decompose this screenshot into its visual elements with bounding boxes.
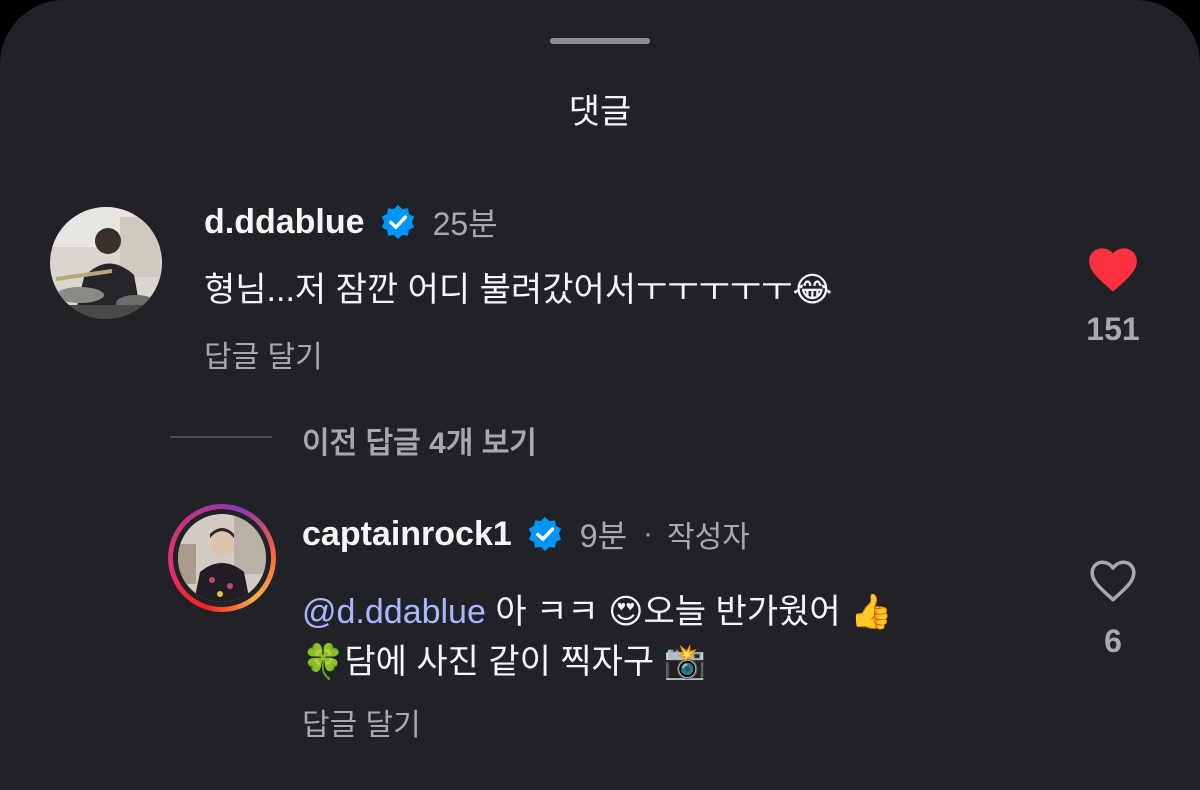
reply-time: 9분 bbox=[579, 518, 628, 554]
verified-badge-icon bbox=[379, 203, 417, 241]
laughing-tears-emoji-icon: 😂 bbox=[792, 270, 833, 310]
meta-separator: · bbox=[643, 517, 654, 550]
reply-button[interactable]: 답글 달기 bbox=[204, 332, 323, 376]
comment-time: 25분 bbox=[432, 206, 498, 242]
reply-text-segment: 담에 사진 같이 찍자구 bbox=[344, 643, 664, 681]
reply-text-line-1: @d.ddablue 아 ㅋㅋ 😍오늘 반가웠어 👍 bbox=[302, 584, 892, 633]
comments-sheet: 댓글 d.ddablue 25분 형님...저 잠깐 어디 불려갔어서ㅜㅜㅜㅜㅜ… bbox=[0, 0, 1200, 790]
reply-button[interactable]: 답글 달기 bbox=[302, 700, 421, 744]
reply-text-line-2: 🍀담에 사진 같이 찍자구 📸 bbox=[302, 634, 706, 683]
heart-filled-icon bbox=[1089, 248, 1137, 292]
comment-text: 형님...저 잠깐 어디 불려갔어서ㅜㅜㅜㅜㅜ😂 bbox=[204, 262, 832, 311]
like-button[interactable]: 6 bbox=[1070, 558, 1156, 660]
heart-outline-icon bbox=[1090, 560, 1136, 602]
replies-divider-line bbox=[170, 436, 272, 438]
avatar-d-ddablue[interactable] bbox=[50, 207, 162, 319]
thumbs-up-emoji-icon: 👍 bbox=[850, 592, 893, 632]
mention-link[interactable]: @d.ddablue bbox=[302, 593, 486, 631]
clover-emoji-icon: 🍀 bbox=[302, 642, 345, 682]
comment-text-body: 형님...저 잠깐 어디 불려갔어서ㅜㅜㅜㅜㅜ bbox=[204, 271, 793, 309]
heart-eyes-emoji-icon: 😍 bbox=[608, 592, 644, 632]
reply-text-segment: 오늘 반가웠어 bbox=[643, 593, 851, 631]
comment-username[interactable]: d.ddablue bbox=[204, 203, 365, 242]
mention-username: d.ddablue bbox=[336, 593, 486, 631]
verified-badge-icon bbox=[526, 515, 564, 553]
camera-flash-emoji-icon: 📸 bbox=[663, 642, 706, 682]
drag-handle[interactable] bbox=[550, 38, 650, 44]
view-previous-replies-button[interactable]: 이전 답글 4개 보기 bbox=[302, 418, 537, 462]
author-tag: 작성자 bbox=[667, 521, 750, 554]
threads-at-icon: @ bbox=[302, 593, 337, 631]
sheet-title: 댓글 bbox=[568, 93, 632, 131]
reply-header: captainrock1 9분 · 작성자 bbox=[302, 512, 750, 556]
like-count: 6 bbox=[1104, 623, 1122, 659]
comment-header: d.ddablue 25분 bbox=[204, 200, 498, 244]
like-button[interactable]: 151 bbox=[1070, 246, 1156, 348]
like-count: 151 bbox=[1086, 311, 1140, 347]
avatar-captainrock1-story-ring[interactable] bbox=[168, 504, 276, 612]
reply-text-segment: 아 ㅋㅋ bbox=[485, 593, 609, 631]
reply-username[interactable]: captainrock1 bbox=[302, 515, 512, 554]
